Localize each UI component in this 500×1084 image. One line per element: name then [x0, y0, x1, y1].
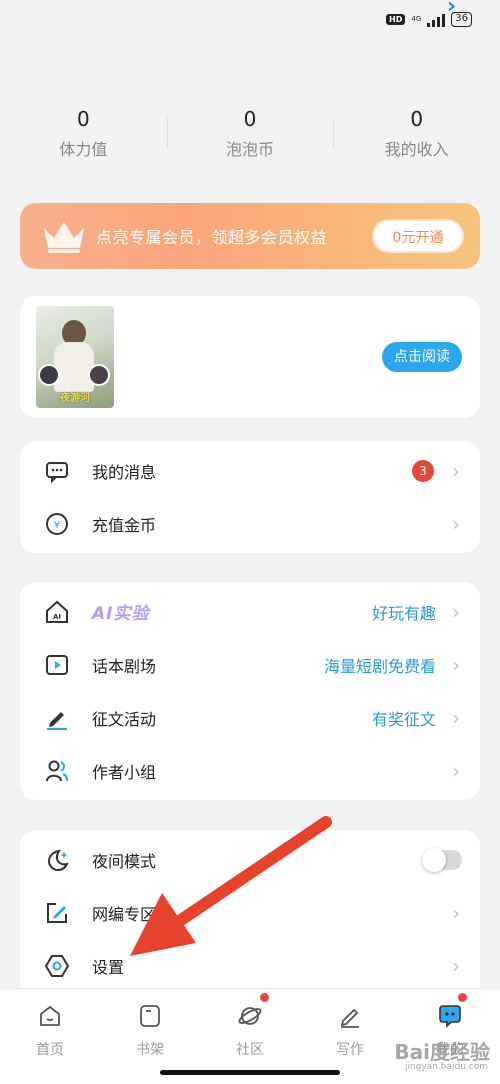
stat-value: 0: [76, 107, 90, 131]
book-cover-title: 夜游河: [60, 393, 90, 404]
status-bar: › HD 4G 36: [0, 0, 500, 36]
pen-icon: [44, 705, 70, 731]
read-button[interactable]: 点击阅读: [382, 342, 462, 372]
tab-label: 写作: [336, 1042, 364, 1058]
menu-item-hint: 海量短剧免费看: [323, 656, 436, 676]
menu-item-label: AI实验: [92, 604, 150, 624]
night-mode-toggle[interactable]: [422, 847, 462, 872]
stat-value: 0: [243, 107, 257, 131]
tab-home[interactable]: 首页: [0, 989, 100, 1084]
settings-hexagon-icon: [44, 953, 70, 979]
features-menu: AI AI实验 好玩有趣 › 话本剧场 海量短剧免费看 › 征文活动 有奖征文 …: [20, 582, 480, 800]
home-icon: [40, 1006, 60, 1026]
svg-text:¥: ¥: [54, 520, 60, 531]
stats-row: 0 体力值 0 泡泡币 0 我的收入: [0, 106, 500, 160]
chevron-right-icon: ›: [452, 953, 460, 978]
stat-label: 泡泡币: [226, 140, 275, 159]
stat-income[interactable]: 0 我的收入: [333, 106, 500, 160]
menu-item-messages[interactable]: 我的消息 3 ›: [20, 444, 480, 497]
chevron-right-icon: ›: [452, 758, 460, 783]
signal-icon: [427, 13, 446, 27]
watermark-brand: Bai度经验: [394, 1040, 490, 1064]
edit-square-icon: [44, 900, 70, 926]
chevron-right-icon: ›: [452, 458, 460, 483]
planet-icon: [238, 1007, 262, 1025]
group-icon: [44, 758, 70, 784]
chat-face-icon: [439, 1005, 461, 1028]
vip-banner[interactable]: 点亮专属会员，领超多会员权益 0元开通: [20, 203, 480, 269]
stat-label: 我的收入: [384, 140, 449, 159]
chevron-right-icon: ›: [452, 511, 460, 536]
menu-item-ai-lab[interactable]: AI AI实验 好玩有趣 ›: [20, 585, 480, 638]
message-icon: [44, 458, 70, 484]
svg-text:AI: AI: [53, 613, 61, 621]
stat-bubble-coins[interactable]: 0 泡泡币: [166, 106, 334, 160]
stat-value: 0: [410, 107, 424, 131]
settings-menu: 夜间模式 网编专区 › 设置 ›: [20, 830, 480, 1000]
menu-item-hint: 好玩有趣: [371, 603, 436, 623]
chevron-right-icon: ›: [452, 652, 460, 677]
menu-item-settings[interactable]: 设置 ›: [20, 939, 480, 992]
menu-item-recharge[interactable]: ¥ 充值金币 ›: [20, 497, 480, 550]
menu-item-label: 设置: [92, 957, 125, 977]
menu-item-editor-zone[interactable]: 网编专区 ›: [20, 886, 480, 939]
tab-label: 首页: [36, 1042, 64, 1058]
moon-icon: [44, 847, 70, 873]
hd-indicator: HD: [386, 14, 406, 25]
menu-item-contest[interactable]: 征文活动 有奖征文 ›: [20, 691, 480, 744]
tab-label: 社区: [236, 1042, 264, 1058]
menu-item-label: 夜间模式: [92, 851, 157, 871]
ai-house-icon: AI: [44, 599, 70, 625]
stat-stamina[interactable]: 0 体力值: [0, 106, 167, 160]
menu-item-theater[interactable]: 话本剧场 海量短剧免费看 ›: [20, 638, 480, 691]
video-play-icon: [44, 652, 70, 678]
book-cover[interactable]: 夜游河: [36, 306, 114, 408]
network-type: 4G: [411, 15, 422, 23]
coin-icon: ¥: [44, 511, 70, 537]
menu-item-author-group[interactable]: 作者小组 ›: [20, 744, 480, 797]
menu-item-label: 征文活动: [92, 709, 157, 729]
pencil-icon: [340, 1008, 359, 1028]
menu-item-hint: 有奖征文: [371, 709, 436, 729]
battery-indicator: 36: [451, 12, 472, 27]
menu-item-label: 作者小组: [92, 762, 157, 782]
crown-icon: [44, 222, 84, 253]
vip-promo-text: 点亮专属会员，领超多会员权益: [96, 228, 328, 247]
menu-item-label: 我的消息: [92, 462, 157, 482]
watermark-url: jingyan.baidu.com: [404, 1062, 488, 1072]
stat-label: 体力值: [59, 140, 108, 159]
account-menu: 我的消息 3 › ¥ 充值金币 ›: [20, 441, 480, 553]
menu-item-night-mode: 夜间模式: [20, 833, 480, 886]
menu-item-label: 充值金币: [92, 515, 157, 535]
chevron-right-icon: ›: [452, 900, 460, 925]
bookshelf-icon: [140, 1005, 160, 1027]
notification-dot: [458, 993, 467, 1002]
notification-dot: [260, 993, 269, 1002]
chevron-right-icon: ›: [452, 599, 460, 624]
recent-book-card[interactable]: 夜游河 点击阅读: [20, 296, 480, 418]
home-indicator: [160, 1070, 340, 1075]
menu-item-label: 网编专区: [92, 904, 157, 924]
vip-open-button[interactable]: 0元开通: [372, 219, 464, 253]
tab-label: 书架: [136, 1042, 164, 1058]
unread-count-badge: 3: [412, 459, 434, 482]
menu-item-label: 话本剧场: [92, 656, 157, 676]
chevron-right-icon: ›: [452, 705, 460, 730]
